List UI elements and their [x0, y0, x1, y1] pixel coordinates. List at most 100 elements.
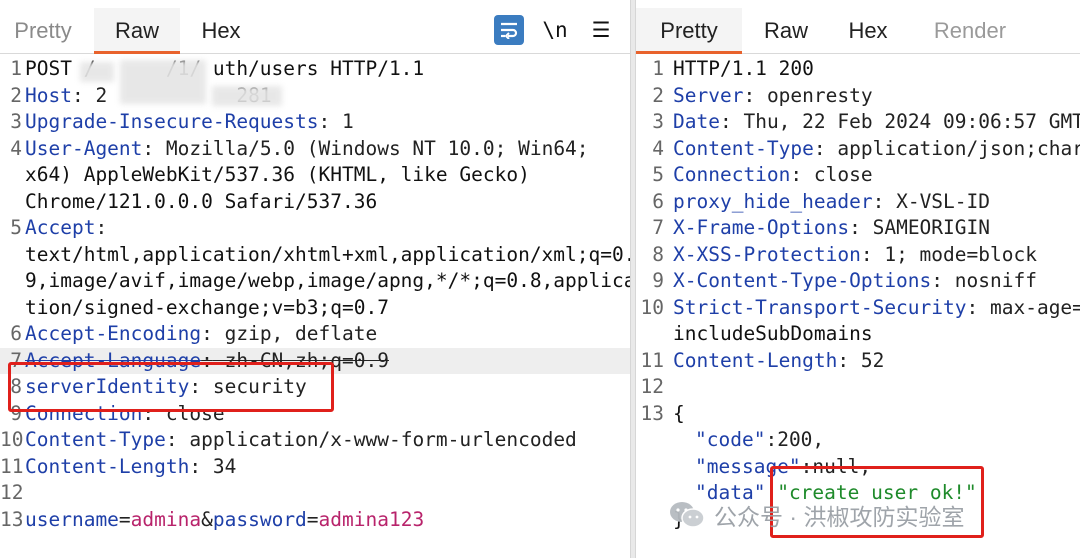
response-tab-hex[interactable]: Hex [832, 8, 904, 54]
code-line: 11 Content-Length: 34 [0, 454, 630, 481]
header-name: Upgrade-Insecure-Requests [25, 110, 319, 133]
line-text: proxy_hide_header: X-VSL-ID [673, 189, 990, 216]
code-line: 12 [0, 480, 630, 507]
header-value: 52 [849, 348, 885, 372]
menu-button[interactable]: ☰ [586, 15, 616, 45]
response-tab-render[interactable]: Render [920, 8, 1020, 54]
header-colon: : [71, 83, 84, 107]
word-wrap-button[interactable] [494, 15, 524, 45]
header-colon: : [743, 83, 756, 107]
request-tab-hex[interactable]: Hex [186, 8, 256, 54]
line-number: 6 [10, 322, 22, 345]
line-text: Connection: close [673, 162, 873, 189]
redaction-blur [80, 62, 114, 82]
line-text: X-Content-Type-Options: nosniff [673, 268, 1037, 295]
line-number: 8 [652, 242, 664, 266]
param-equals: = [306, 507, 319, 531]
code-line: text/html,application/xhtml+xml,applicat… [0, 242, 630, 269]
line-number: 5 [10, 216, 22, 239]
code-line: "code":200, [636, 427, 1080, 454]
code-line: 6 proxy_hide_header: X-VSL-ID [636, 189, 1080, 216]
line-text: Content-Length: 34 [25, 454, 236, 481]
request-pane: Pretty Raw Hex \n ☰ 1 POST / /1/ uth/user… [0, 0, 630, 558]
line-number: 1 [652, 57, 664, 80]
request-tab-pretty[interactable]: Pretty [0, 8, 86, 54]
line-number: 13 [0, 507, 24, 531]
header-name: Accept-Encoding [25, 322, 202, 345]
header-value: nosniff [943, 269, 1037, 292]
param-separator: & [201, 507, 213, 531]
header-value: SAMEORIGIN [860, 216, 990, 239]
header-value: openresty [755, 83, 873, 107]
code-line: 3 Upgrade-Insecure-Requests: 1 [0, 109, 630, 136]
line-text: Content-Length: 52 [673, 348, 884, 375]
code-line: Chrome/121.0.0.0 Safari/537.36 [0, 189, 630, 216]
line-number: 2 [652, 83, 664, 107]
line-text: tion/signed-exchange;v=b3;q=0.7 [25, 295, 389, 319]
line-number: 11 [640, 348, 664, 372]
wrap-icon [501, 22, 518, 39]
line-text: Chrome/121.0.0.0 Safari/537.36 [25, 189, 378, 213]
line-text: X-XSS-Protection: 1; mode=block [673, 242, 1037, 269]
line-number: 6 [652, 189, 664, 213]
line-number: 3 [652, 110, 664, 133]
line-text: x64) AppleWebKit/537.36 (KHTML, like Gec… [25, 163, 530, 186]
code-line: 13 username=admina&password=admina123 [0, 507, 630, 534]
header-name: proxy_hide_header [673, 189, 873, 213]
header-colon: : [189, 454, 202, 478]
line-text: X-Frame-Options: SAMEORIGIN [673, 215, 990, 242]
show-newlines-button[interactable]: \n [538, 15, 572, 45]
code-line: 6 Accept-Encoding: gzip, deflate [0, 321, 630, 348]
header-name: Strict-Transport-Security [673, 295, 967, 319]
header-name: X-XSS-Protection [673, 242, 861, 266]
line-number: 12 [0, 481, 24, 504]
line-text: username=admina&password=admina123 [25, 507, 424, 534]
header-name: Content-Type [673, 136, 814, 160]
header-name: Accept [25, 216, 96, 239]
header-colon: : [95, 216, 108, 239]
header-value: close [802, 163, 873, 186]
line-number: 12 [640, 375, 664, 398]
code-line: 11 Content-Length: 52 [636, 348, 1080, 375]
redaction-blur [120, 60, 206, 104]
line-text: { [673, 401, 685, 425]
code-line: 12 [636, 374, 1080, 401]
code-line: 10 Strict-Transport-Security: max-age=31 [636, 295, 1080, 322]
header-value: application/json;charset [837, 136, 1080, 160]
line-number: 13 [640, 401, 664, 425]
line-number: 11 [0, 454, 24, 478]
line-number: 10 [640, 295, 664, 319]
line-number: 9 [652, 269, 664, 292]
header-name: User-Agent [25, 136, 143, 160]
request-tab-raw[interactable]: Raw [94, 8, 180, 54]
header-value: application/x-www-form-urlencoded [177, 428, 577, 451]
header-value: Mozilla/5.0 (Windows NT 10.0; Win64; [154, 136, 589, 160]
code-line: 1 HTTP/1.1 200 [636, 56, 1080, 83]
line-number: 7 [652, 216, 664, 239]
line-text: Content-Type: application/json;charset [673, 136, 1080, 163]
response-tab-pretty[interactable]: Pretty [636, 8, 742, 54]
response-tab-raw[interactable]: Raw [748, 8, 824, 54]
header-value: 34 [201, 454, 237, 478]
code-line: 4 User-Agent: Mozilla/5.0 (Windows NT 10.… [0, 136, 630, 163]
code-line: x64) AppleWebKit/537.36 (KHTML, like Gec… [0, 162, 630, 189]
code-line: 9,image/avif,image/webp,image/apng,*/*;q… [0, 268, 630, 295]
code-line: tion/signed-exchange;v=b3;q=0.7 [0, 295, 630, 322]
header-name: Content-Type [25, 428, 166, 451]
line-text: HTTP/1.1 200 [673, 57, 814, 80]
code-line: includeSubDomains [636, 321, 1080, 348]
request-tabbar: Pretty Raw Hex [0, 8, 630, 54]
line-text: Accept-Encoding: gzip, deflate [25, 321, 377, 348]
wechat-icon [668, 500, 706, 530]
header-value: max-age=31 [989, 295, 1080, 319]
code-line: 2Host: 2 281 [0, 83, 630, 110]
code-line: 9 X-Content-Type-Options: nosniff [636, 268, 1080, 295]
line-text: User-Agent: Mozilla/5.0 (Windows NT 10.0… [25, 136, 589, 163]
header-colon: : [813, 136, 826, 160]
param-value: admina123 [318, 507, 425, 531]
param-name: password [212, 507, 307, 531]
line-text: Upgrade-Insecure-Requests: 1 [25, 109, 354, 136]
header-colon: : [318, 110, 331, 133]
code-line: 13 { [636, 401, 1080, 428]
code-line: 3 Date: Thu, 22 Feb 2024 09:06:57 GMT [636, 109, 1080, 136]
